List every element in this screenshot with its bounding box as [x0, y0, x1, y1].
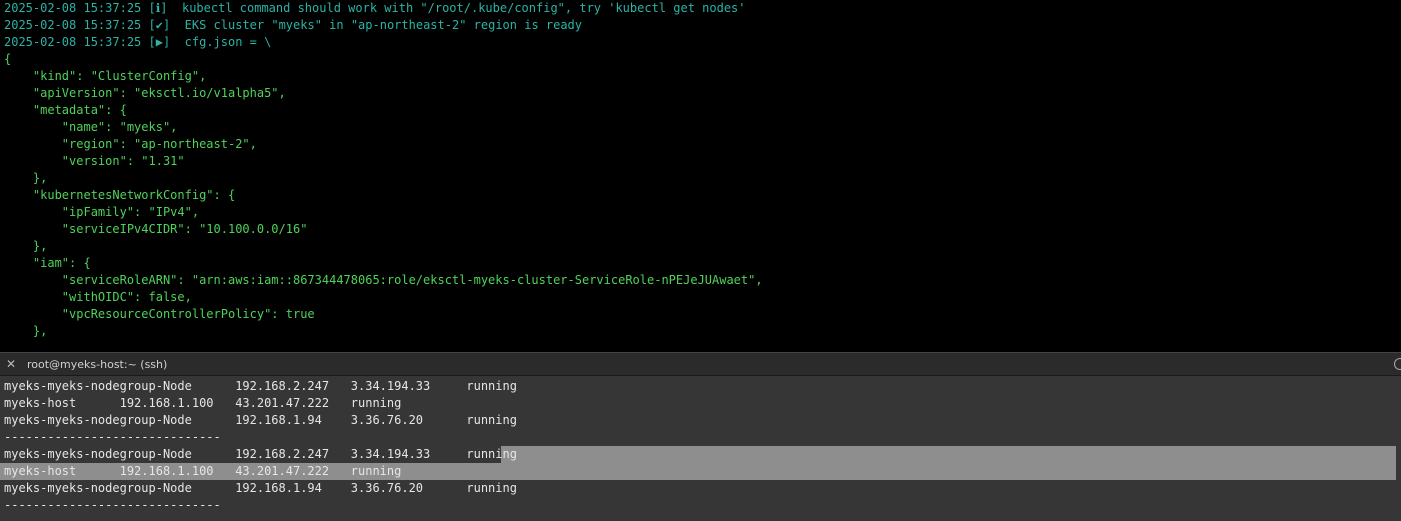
json-line: "kind": "ClusterConfig",: [4, 69, 207, 83]
json-line: "serviceIPv4CIDR": "10.100.0.0/16": [4, 222, 308, 236]
log-line: 2025-02-08 15:37:25 [✔] EKS cluster "mye…: [4, 18, 583, 32]
terminal-line: myeks-myeks-nodegroup-Node 192.168.2.247…: [4, 379, 517, 393]
expand-icon[interactable]: [1394, 358, 1401, 370]
terminal-line: myeks-myeks-nodegroup-Node 192.168.2.247…: [4, 447, 517, 461]
json-line: "kubernetesNetworkConfig": {: [4, 188, 236, 202]
json-line: {: [4, 52, 12, 66]
json-line: "withOIDC": false,: [4, 290, 192, 304]
terminal-output-top[interactable]: 2025-02-08 15:37:25 [ℹ] kubectl command …: [0, 0, 1401, 352]
terminal-line: ------------------------------: [4, 498, 221, 512]
pane-title: root@myeks-host:~ (ssh): [27, 358, 168, 371]
json-line: "serviceRoleARN": "arn:aws:iam::86734447…: [4, 273, 763, 287]
json-line: },: [4, 239, 48, 253]
json-line: "ipFamily": "IPv4",: [4, 205, 200, 219]
json-line: "vpcResourceControllerPolicy": true: [4, 307, 315, 321]
terminal-line: ------------------------------: [4, 430, 221, 444]
terminal-line: myeks-host 192.168.1.100 43.201.47.222 r…: [4, 396, 402, 410]
close-icon[interactable]: ✕: [6, 358, 18, 370]
json-line: },: [4, 324, 48, 338]
terminal-output-bottom[interactable]: myeks-myeks-nodegroup-Node 192.168.2.247…: [0, 376, 1401, 521]
json-line: "version": "1.31": [4, 154, 185, 168]
json-line: "iam": {: [4, 256, 91, 270]
log-line: 2025-02-08 15:37:25 [ℹ] kubectl command …: [4, 1, 746, 15]
pane-title-bar[interactable]: ✕ root@myeks-host:~ (ssh): [0, 352, 1401, 376]
json-line: "apiVersion": "eksctl.io/v1alpha5",: [4, 86, 286, 100]
json-line: "name": "myeks",: [4, 120, 178, 134]
json-line: },: [4, 171, 48, 185]
terminal-line: myeks-myeks-nodegroup-Node 192.168.1.94 …: [4, 481, 517, 495]
terminal-line: myeks-myeks-nodegroup-Node 192.168.1.94 …: [4, 413, 517, 427]
json-line: "region": "ap-northeast-2",: [4, 137, 257, 151]
selection-highlight: [501, 446, 1396, 463]
json-line: "metadata": {: [4, 103, 127, 117]
log-line: 2025-02-08 15:37:25 [▶] cfg.json = \: [4, 35, 272, 49]
terminal-line: myeks-host 192.168.1.100 43.201.47.222 r…: [4, 464, 402, 478]
